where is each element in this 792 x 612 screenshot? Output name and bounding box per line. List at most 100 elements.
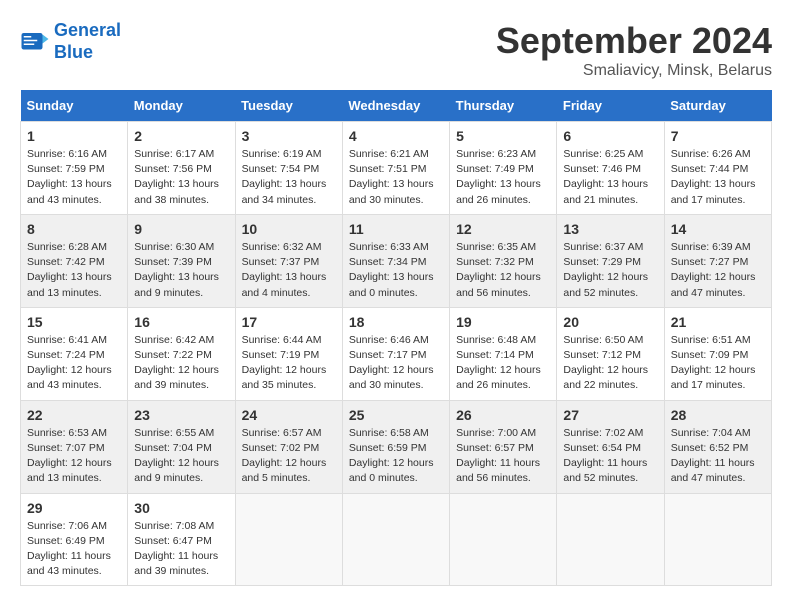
day-number: 7 [671, 128, 765, 144]
day-info: Sunrise: 6:37 AMSunset: 7:29 PMDaylight:… [563, 240, 657, 301]
day-number: 6 [563, 128, 657, 144]
day-info: Sunrise: 6:46 AMSunset: 7:17 PMDaylight:… [349, 333, 443, 394]
day-number: 30 [134, 500, 228, 516]
day-info: Sunrise: 6:35 AMSunset: 7:32 PMDaylight:… [456, 240, 550, 301]
weekday-header-row: SundayMondayTuesdayWednesdayThursdayFrid… [21, 90, 772, 122]
calendar-day-cell: 3 Sunrise: 6:19 AMSunset: 7:54 PMDaylight… [235, 122, 342, 215]
calendar-empty-cell [557, 493, 664, 586]
calendar-day-cell: 5 Sunrise: 6:23 AMSunset: 7:49 PMDaylight… [450, 122, 557, 215]
weekday-header-sunday: Sunday [21, 90, 128, 122]
calendar-day-cell: 8Sunrise: 6:28 AMSunset: 7:42 PMDaylight… [21, 214, 128, 307]
weekday-header-saturday: Saturday [664, 90, 771, 122]
month-title: September 2024 [496, 20, 772, 62]
day-number: 3 [242, 128, 336, 144]
weekday-header-monday: Monday [128, 90, 235, 122]
calendar-empty-cell [342, 493, 449, 586]
calendar-day-cell: 22Sunrise: 6:53 AMSunset: 7:07 PMDayligh… [21, 400, 128, 493]
day-number: 17 [242, 314, 336, 330]
calendar-day-cell: 24 Sunrise: 6:57 AMSunset: 7:02 PMDayligh… [235, 400, 342, 493]
day-number: 2 [134, 128, 228, 144]
day-number: 28 [671, 407, 765, 423]
day-info: Sunrise: 6:21 AMSunset: 7:51 PMDaylight:… [349, 147, 443, 208]
calendar-day-cell: 28 Sunrise: 7:04 AMSunset: 6:52 PMDayligh… [664, 400, 771, 493]
day-info: Sunrise: 6:30 AMSunset: 7:39 PMDaylight:… [134, 240, 228, 301]
day-number: 5 [456, 128, 550, 144]
day-number: 9 [134, 221, 228, 237]
day-info: Sunrise: 6:23 AMSunset: 7:49 PMDaylight:… [456, 147, 550, 208]
calendar-day-cell: 7Sunrise: 6:26 AMSunset: 7:44 PMDaylight… [664, 122, 771, 215]
day-number: 10 [242, 221, 336, 237]
day-number: 24 [242, 407, 336, 423]
calendar-day-cell: 17 Sunrise: 6:44 AMSunset: 7:19 PMDayligh… [235, 307, 342, 400]
weekday-header-thursday: Thursday [450, 90, 557, 122]
page-header: General Blue September 2024 Smaliavicy, … [20, 20, 772, 80]
day-info: Sunrise: 6:51 AMSunset: 7:09 PMDaylight:… [671, 333, 765, 394]
day-info: Sunrise: 7:04 AMSunset: 6:52 PMDaylight:… [671, 426, 765, 487]
logo: General Blue [20, 20, 121, 63]
calendar-week-row: 29 Sunrise: 7:06 AMSunset: 6:49 PMDayligh… [21, 493, 772, 586]
calendar-day-cell: 18 Sunrise: 6:46 AMSunset: 7:17 PMDayligh… [342, 307, 449, 400]
calendar-day-cell: 26 Sunrise: 7:00 AMSunset: 6:57 PMDayligh… [450, 400, 557, 493]
day-number: 29 [27, 500, 121, 516]
calendar-day-cell: 27Sunrise: 7:02 AMSunset: 6:54 PMDayligh… [557, 400, 664, 493]
calendar-week-row: 8Sunrise: 6:28 AMSunset: 7:42 PMDaylight… [21, 214, 772, 307]
day-info: Sunrise: 6:44 AMSunset: 7:19 PMDaylight:… [242, 333, 336, 394]
calendar-day-cell: 25 Sunrise: 6:58 AMSunset: 6:59 PMDayligh… [342, 400, 449, 493]
logo-line1: General [54, 20, 121, 40]
weekday-header-friday: Friday [557, 90, 664, 122]
calendar-day-cell: 11 Sunrise: 6:33 AMSunset: 7:34 PMDayligh… [342, 214, 449, 307]
calendar-day-cell: 2Sunrise: 6:17 AMSunset: 7:56 PMDaylight… [128, 122, 235, 215]
day-info: Sunrise: 6:57 AMSunset: 7:02 PMDaylight:… [242, 426, 336, 487]
day-info: Sunrise: 7:08 AMSunset: 6:47 PMDaylight:… [134, 519, 228, 580]
logo-icon [20, 27, 50, 57]
calendar-day-cell: 30 Sunrise: 7:08 AMSunset: 6:47 PMDayligh… [128, 493, 235, 586]
calendar-day-cell: 9 Sunrise: 6:30 AMSunset: 7:39 PMDaylight… [128, 214, 235, 307]
day-number: 15 [27, 314, 121, 330]
day-number: 21 [671, 314, 765, 330]
day-info: Sunrise: 6:50 AMSunset: 7:12 PMDaylight:… [563, 333, 657, 394]
day-info: Sunrise: 7:02 AMSunset: 6:54 PMDaylight:… [563, 426, 657, 487]
day-info: Sunrise: 6:16 AMSunset: 7:59 PMDaylight:… [27, 147, 121, 208]
day-number: 25 [349, 407, 443, 423]
calendar-table: SundayMondayTuesdayWednesdayThursdayFrid… [20, 90, 772, 586]
day-info: Sunrise: 7:06 AMSunset: 6:49 PMDaylight:… [27, 519, 121, 580]
day-info: Sunrise: 6:58 AMSunset: 6:59 PMDaylight:… [349, 426, 443, 487]
day-number: 18 [349, 314, 443, 330]
day-number: 8 [27, 221, 121, 237]
day-number: 1 [27, 128, 121, 144]
calendar-empty-cell [664, 493, 771, 586]
calendar-day-cell: 10 Sunrise: 6:32 AMSunset: 7:37 PMDayligh… [235, 214, 342, 307]
calendar-day-cell: 21 Sunrise: 6:51 AMSunset: 7:09 PMDayligh… [664, 307, 771, 400]
day-info: Sunrise: 6:42 AMSunset: 7:22 PMDaylight:… [134, 333, 228, 394]
day-number: 4 [349, 128, 443, 144]
calendar-day-cell: 20Sunrise: 6:50 AMSunset: 7:12 PMDayligh… [557, 307, 664, 400]
day-number: 14 [671, 221, 765, 237]
calendar-day-cell: 19Sunrise: 6:48 AMSunset: 7:14 PMDayligh… [450, 307, 557, 400]
day-info: Sunrise: 6:53 AMSunset: 7:07 PMDaylight:… [27, 426, 121, 487]
day-number: 11 [349, 221, 443, 237]
calendar-week-row: 1 Sunrise: 6:16 AMSunset: 7:59 PMDaylight… [21, 122, 772, 215]
day-number: 23 [134, 407, 228, 423]
calendar-day-cell: 23 Sunrise: 6:55 AMSunset: 7:04 PMDayligh… [128, 400, 235, 493]
day-info: Sunrise: 6:55 AMSunset: 7:04 PMDaylight:… [134, 426, 228, 487]
calendar-day-cell: 1 Sunrise: 6:16 AMSunset: 7:59 PMDaylight… [21, 122, 128, 215]
calendar-week-row: 15Sunrise: 6:41 AMSunset: 7:24 PMDayligh… [21, 307, 772, 400]
calendar-day-cell: 14 Sunrise: 6:39 AMSunset: 7:27 PMDayligh… [664, 214, 771, 307]
logo-line2: Blue [54, 42, 93, 62]
calendar-day-cell: 13Sunrise: 6:37 AMSunset: 7:29 PMDayligh… [557, 214, 664, 307]
day-info: Sunrise: 6:19 AMSunset: 7:54 PMDaylight:… [242, 147, 336, 208]
calendar-day-cell: 29 Sunrise: 7:06 AMSunset: 6:49 PMDayligh… [21, 493, 128, 586]
calendar-day-cell: 12Sunrise: 6:35 AMSunset: 7:32 PMDayligh… [450, 214, 557, 307]
calendar-day-cell: 16 Sunrise: 6:42 AMSunset: 7:22 PMDayligh… [128, 307, 235, 400]
day-number: 26 [456, 407, 550, 423]
day-info: Sunrise: 6:32 AMSunset: 7:37 PMDaylight:… [242, 240, 336, 301]
day-info: Sunrise: 6:25 AMSunset: 7:46 PMDaylight:… [563, 147, 657, 208]
calendar-day-cell: 15Sunrise: 6:41 AMSunset: 7:24 PMDayligh… [21, 307, 128, 400]
day-info: Sunrise: 6:33 AMSunset: 7:34 PMDaylight:… [349, 240, 443, 301]
day-info: Sunrise: 6:39 AMSunset: 7:27 PMDaylight:… [671, 240, 765, 301]
day-info: Sunrise: 7:00 AMSunset: 6:57 PMDaylight:… [456, 426, 550, 487]
day-number: 16 [134, 314, 228, 330]
title-block: September 2024 Smaliavicy, Minsk, Belaru… [496, 20, 772, 80]
weekday-header-tuesday: Tuesday [235, 90, 342, 122]
calendar-week-row: 22Sunrise: 6:53 AMSunset: 7:07 PMDayligh… [21, 400, 772, 493]
